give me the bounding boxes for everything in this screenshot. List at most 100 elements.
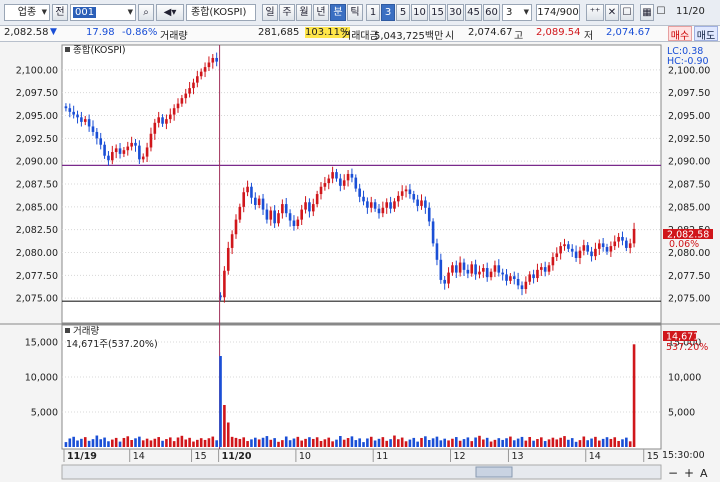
volume-bar (427, 440, 431, 447)
volume-bar (400, 437, 404, 447)
volume-bar (420, 437, 423, 447)
candle-body (308, 202, 311, 212)
volume-bar (632, 344, 636, 447)
candle-body (99, 138, 103, 145)
interval-select[interactable]: 3 (502, 4, 532, 21)
candle-body (315, 194, 319, 205)
grid-settings-icon[interactable]: ⁺⁺ (586, 4, 604, 21)
period-year[interactable]: 년 (313, 4, 329, 21)
candle-body (257, 198, 261, 206)
candle-body (628, 243, 632, 248)
volume-bar (68, 438, 72, 447)
volume-bar (458, 440, 462, 447)
volume-bar (87, 440, 91, 447)
crosshair-icon[interactable]: ✕ (605, 4, 619, 21)
chart-area[interactable]: 2,075.00 2,077.50 2,080.00 2,082.50 2,085.00… (0, 42, 720, 482)
candle-body (130, 142, 133, 147)
date-field[interactable]: 11/20 (676, 4, 716, 21)
candle-body (80, 117, 83, 122)
candle-body (87, 119, 91, 127)
price-tick-label-right: 2,090.00 (668, 157, 710, 168)
period-month[interactable]: 월 (296, 4, 312, 21)
minute-3[interactable]: 3 (381, 4, 395, 21)
volume-bar (489, 441, 493, 447)
volume-bar (493, 439, 497, 447)
candle-body (265, 209, 269, 220)
minute-10[interactable]: 10 (411, 4, 428, 21)
checkbox-icon[interactable]: ☐ (620, 4, 634, 21)
volume-bar (288, 440, 292, 447)
candle-body (292, 220, 296, 227)
period-minute[interactable]: 분 (330, 4, 346, 21)
candle-body (161, 117, 164, 124)
volume-bar (172, 441, 176, 447)
volume-bar (362, 442, 365, 447)
candle-body (354, 177, 358, 189)
minute-1[interactable]: 1 (366, 4, 380, 21)
candle-body (192, 82, 195, 89)
period-tick[interactable]: 틱 (347, 4, 363, 21)
volume-bar (439, 440, 443, 447)
candle-body (482, 268, 485, 272)
candle-body (582, 245, 586, 251)
minute-5[interactable]: 5 (396, 4, 410, 21)
volume-bar (196, 439, 199, 447)
volume-bar (574, 441, 578, 447)
period-day[interactable]: 일 (262, 4, 278, 21)
time-label: 13 (511, 451, 523, 462)
category-select[interactable]: 업종 (4, 4, 50, 21)
toolbar: 업종 전 001 ⌕ ◀▾ 종합(KOSPI) 일 주 월 년 분 틱 1 3 … (0, 0, 720, 26)
zoom-in-button[interactable]: + (684, 466, 694, 480)
candle-body (250, 186, 253, 198)
candle-body (284, 204, 288, 214)
volume-bar (138, 436, 141, 447)
volume-bar (242, 437, 246, 447)
volume-bar (157, 437, 160, 447)
buy-button[interactable]: 매수 (668, 26, 692, 42)
volume-bar (64, 442, 68, 447)
volume-bar (277, 441, 280, 447)
auto-scale-button[interactable]: A (700, 467, 708, 480)
volume-bar (184, 439, 188, 447)
volume-bar (215, 440, 218, 447)
volume-bar (605, 437, 609, 447)
candle-body (196, 76, 199, 83)
volume-bar (609, 438, 613, 447)
candle-body (300, 209, 303, 220)
candle-body (122, 150, 126, 154)
volume-bar (516, 438, 520, 447)
minute-15[interactable]: 15 (429, 4, 446, 21)
minute-30[interactable]: 30 (447, 4, 464, 21)
candle-body (389, 202, 392, 209)
sell-button[interactable]: 매도 (694, 26, 718, 42)
price-tick-label: 2,085.00 (16, 202, 58, 213)
candle-body (547, 265, 551, 272)
volume-bar (91, 439, 95, 447)
zoom-out-button[interactable]: − (668, 466, 678, 480)
time-label: 14 (589, 451, 601, 462)
minute-60[interactable]: 60 (483, 4, 500, 21)
candle-body (528, 274, 532, 282)
volume-bar (543, 441, 547, 447)
count-input[interactable]: 174/900 (536, 4, 580, 21)
volume-bar (72, 436, 75, 447)
current-volume-pct: 537.20% (666, 342, 708, 353)
period-week[interactable]: 주 (279, 4, 295, 21)
candle-body (632, 228, 636, 244)
sound-icon[interactable]: ◀▾ (156, 4, 184, 21)
candle-body (369, 202, 373, 208)
category-button[interactable]: 전 (52, 4, 68, 21)
search-icon[interactable]: ⌕ (138, 4, 154, 21)
calendar-icon[interactable]: ▦ (640, 4, 654, 21)
scrollbar-thumb[interactable] (475, 466, 513, 478)
volume-bar (111, 439, 114, 447)
candle-body (543, 267, 547, 272)
minute-45[interactable]: 45 (465, 4, 482, 21)
chart-scrollbar[interactable] (61, 464, 662, 480)
checkbox-date[interactable]: ☐ (656, 4, 666, 21)
candle-body (609, 246, 613, 252)
code-input[interactable]: 001 (70, 4, 136, 21)
time-label: 11/19 (67, 451, 97, 462)
high-value: 2,089.54 (536, 27, 581, 38)
candle-body (141, 156, 145, 160)
